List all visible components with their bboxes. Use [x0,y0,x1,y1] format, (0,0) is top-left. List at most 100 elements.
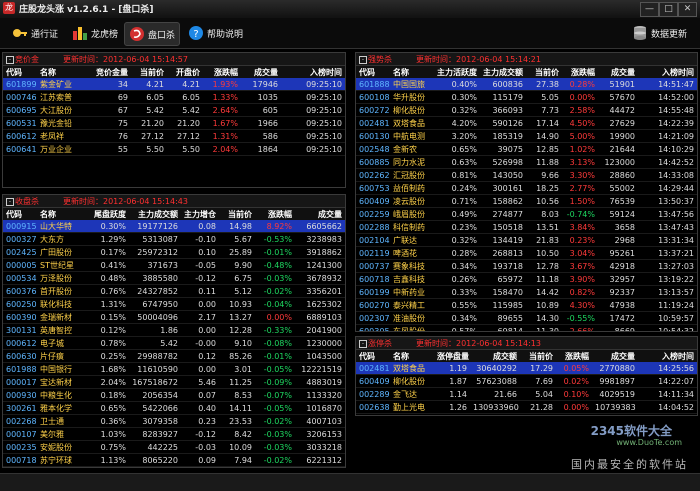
table-row[interactable]: 300131 英唐智控 0.12% 1.86 0.00 12.28 -0.33% 204190… [3,323,345,337]
table-row[interactable]: 000612 电子城 0.78% 5.42 -0.00 9.10 -0.08% 1230000 [3,336,345,350]
table-row[interactable]: 000737 赛象科技 0.34% 193718 12.78 3.67% 42918 13:2… [356,259,697,273]
table-row[interactable]: 000746 江苏索普 69 6.05 6.05 1.33% 1035 09:25:10 [3,90,345,104]
maximize-button[interactable]: □ [659,2,678,17]
passport-button[interactable]: 通行证 [8,22,62,44]
table-row[interactable]: 600630 片仔癀 0.25% 29988782 0.12 85.26 -0.01% 104… [3,349,345,363]
table-row[interactable]: 002307 准油股份 0.34% 89655 14.30 -0.55% 17472 10:5… [356,311,697,325]
close-button[interactable]: ✕ [678,2,697,17]
collapse-icon[interactable]: - [359,56,367,64]
column-header[interactable]: 成交量 [592,350,638,362]
column-header[interactable]: 涨跌幅 [562,66,598,78]
table-row[interactable]: 002262 汇冠股份 0.81% 143050 9.66 3.30% 28860 14:33… [356,168,697,182]
column-header[interactable]: 入榜时间 [281,66,345,78]
table-row[interactable]: 600695 大江股份 67 5.42 5.42 2.64% 605 09:25:10 [3,103,345,117]
column-header[interactable]: 涨跌幅 [255,208,295,220]
table-row[interactable]: 000930 中粮生化 0.18% 2056354 0.07 8.53 -0.07% 1133… [3,388,345,402]
table-row[interactable]: 002288 科信制药 0.23% 150518 13.51 3.84% 3658 13:47… [356,220,697,234]
table-row[interactable]: 600390 金瑞新材 0.15% 50004096 2.17 13.27 0.00% 688… [3,310,345,324]
table-row[interactable]: 002425 广田股份 0.17% 25972312 0.10 25.89 -0.01% 39… [3,245,345,259]
column-header[interactable]: 入榜时间 [638,66,697,78]
pankou-kill-button[interactable]: 盘口杀 [124,22,181,46]
column-header[interactable]: 成交量 [295,208,345,220]
table-row[interactable]: 002481 双塔食品 4.20% 590126 17.14 4.50% 27629 14:2… [356,116,697,130]
column-header[interactable]: 主力成交额 [129,208,181,220]
column-header[interactable]: 当前价 [526,66,562,78]
table-row[interactable]: 000017 宝达新材 2.04% 167518672 5.46 11.25 -0.09% 4… [3,375,345,389]
table-row[interactable]: 600409 柳化股份 1.87 57623088 7.69 0.02% 9981897 14… [356,374,697,388]
table-cell: 1.87 [434,374,470,388]
table-row[interactable]: 600108 华升股份 0.30% 115179 5.05 0.00% 57670 14:52… [356,90,697,104]
table-row[interactable]: 000534 万泽股份 0.48% 3885580 -0.12 6.75 -0.03% 367… [3,271,345,285]
column-header[interactable]: 成交量 [241,66,281,78]
column-header[interactable]: 代码 [356,350,390,362]
table-cell: 000930 [3,388,37,402]
table-row[interactable]: 600641 万业企业 55 5.50 5.50 2.04% 1864 09:25:10 [3,142,345,156]
column-header[interactable]: 名称 [37,66,87,78]
table-row[interactable]: 600885 同力水泥 0.63% 526998 11.88 3.13% 123000 14:… [356,155,697,169]
column-header[interactable]: 名称 [390,350,434,362]
table-row[interactable]: 002119 啤酒花 0.28% 268813 10.50 3.04% 95261 13:37… [356,246,697,260]
table-cell: 95261 [598,246,638,260]
column-header[interactable]: 当前价 [520,350,556,362]
table-cell: 134419 [480,233,526,247]
table-row[interactable]: 002638 勤上光电 1.26 130933960 21.28 0.00% 1073938… [356,400,697,414]
column-header[interactable]: 主力增仓 [181,208,219,220]
table-row[interactable]: 601899 紫金矿业 34 4.21 4.21 1.93% 17946 09:25:10 [3,78,345,91]
table-row[interactable]: 002289 金飞达 1.14 21.66 5.04 0.10% 4029519 14:11:… [356,387,697,401]
table-cell: 柳化股份 [390,374,434,388]
table-row[interactable]: 600531 豫光金铅 75 21.20 21.20 1.67% 1966 09:25:10 [3,116,345,130]
column-header[interactable]: 涨跌幅 [556,350,592,362]
table-row[interactable]: 600250 联化科技 1.31% 6747950 0.00 10.93 -0.04% 162… [3,297,345,311]
table-row[interactable]: 600612 老凤祥 76 27.12 27.12 1.31% 586 09:25:10 [3,129,345,143]
column-header[interactable]: 主力成交额 [480,66,526,78]
table-row[interactable]: 600305 东风股份 0.57% 69814 11.30 2.66% 8669 10:54:… [356,324,697,331]
collapse-icon[interactable]: - [359,340,367,348]
table-row[interactable]: 000005 ST世纪星 0.41% 371673 -0.05 9.90 -0.48% 124… [3,258,345,272]
table-row[interactable]: 002268 卫士通 0.36% 3079358 0.23 23.53 -0.02% 4007… [3,414,345,428]
column-header[interactable]: 成交额 [470,350,520,362]
column-header[interactable]: 主力活跃度 [434,66,480,78]
table-row[interactable]: 002481 双塔食品 1.19 30640292 17.29 0.05% 2770880 1… [356,362,697,375]
table-row[interactable]: 600753 益佰制药 0.24% 300161 18.25 2.77% 55002 14:2… [356,181,697,195]
column-header[interactable]: 竞价金量 [87,66,131,78]
column-header[interactable]: 名称 [37,208,83,220]
table-row[interactable]: 000327 大东方 1.29% 5313087 -0.10 5.67 -0.53% 3238… [3,232,345,246]
column-header[interactable]: 代码 [3,208,37,220]
table-row[interactable]: 000718 苏宁环球 1.13% 8065220 0.09 7.94 -0.02% 6221… [3,453,345,467]
column-header[interactable]: 当前价 [219,208,255,220]
column-header[interactable]: 尾盘跃度 [83,208,129,220]
collapse-icon[interactable]: - [6,198,14,206]
table-row[interactable]: 601988 中国银行 1.68% 11610590 0.00 3.01 -0.05% 122… [3,362,345,376]
column-header[interactable]: 代码 [3,66,37,78]
table-cell: 3.30% [562,168,598,182]
column-header[interactable]: 入榜时间 [638,350,697,362]
column-header[interactable]: 涨跌幅 [203,66,241,78]
table-row[interactable]: 600718 吉鑫科技 0.26% 65972 11.18 3.90% 32957 13:19… [356,272,697,286]
table-row[interactable]: 000915 山大华特 0.30% 19177126 0.08 14.98 8.92% 660… [3,220,345,233]
table-row[interactable]: 600272 柳化股份 0.32% 366093 7.73 2.58% 44472 14:55… [356,103,697,117]
column-header[interactable]: 名称 [390,66,434,78]
table-row[interactable]: 600199 中新药业 0.33% 158470 14.42 0.82% 92337 13:1… [356,285,697,299]
dragon-tiger-button[interactable]: 龙虎榜 [68,22,122,44]
column-header[interactable]: 涨停盘量 [434,350,470,362]
data-update-button[interactable]: 数据更新 [628,22,691,44]
table-row[interactable]: 300261 雅本化学 0.65% 5422066 0.40 14.11 -0.05% 101… [3,401,345,415]
minimize-button[interactable]: — [640,2,659,17]
table-row[interactable]: 002259 峨眉股份 0.49% 274877 8.03 -0.74% 59124 13:4… [356,207,697,221]
table-row[interactable]: 002548 金新农 0.65% 39075 12.85 1.02% 21644 14:10:… [356,142,697,156]
table-row[interactable]: 600270 泰兴精工 0.55% 115985 10.89 4.30% 47938 11:1… [356,298,697,312]
table-row[interactable]: 600409 凌云股份 0.71% 158862 10.56 1.50% 76539 13:5… [356,194,697,208]
help-button[interactable]: ? 帮助说明 [184,22,247,44]
column-header[interactable]: 当前价 [131,66,167,78]
column-header[interactable]: 成交量 [598,66,638,78]
column-header[interactable]: 代码 [356,66,390,78]
table-row[interactable]: 600130 中航电测 3.20% 185319 14.90 5.00% 19900 14:2… [356,129,697,143]
column-header[interactable]: 开盘价 [167,66,203,78]
table-cell: -0.53% [255,232,295,246]
collapse-icon[interactable]: - [6,56,14,64]
table-row[interactable]: 002104 广联达 0.32% 134419 21.83 0.23% 2968 13:31:… [356,233,697,247]
table-row[interactable]: 000235 安妮股份 0.75% 442225 -0.03 10.09 -0.03% 303… [3,440,345,454]
table-row[interactable]: 000107 美尔雅 1.03% 8283927 -0.12 8.42 -0.03% 3206… [3,427,345,441]
table-row[interactable]: 601888 中国国旅 0.40% 600836 27.38 0.28% 51901 14:5… [356,78,697,91]
table-row[interactable]: 600376 首开股份 0.76% 24327852 0.11 5.12 -0.02% 335… [3,284,345,298]
